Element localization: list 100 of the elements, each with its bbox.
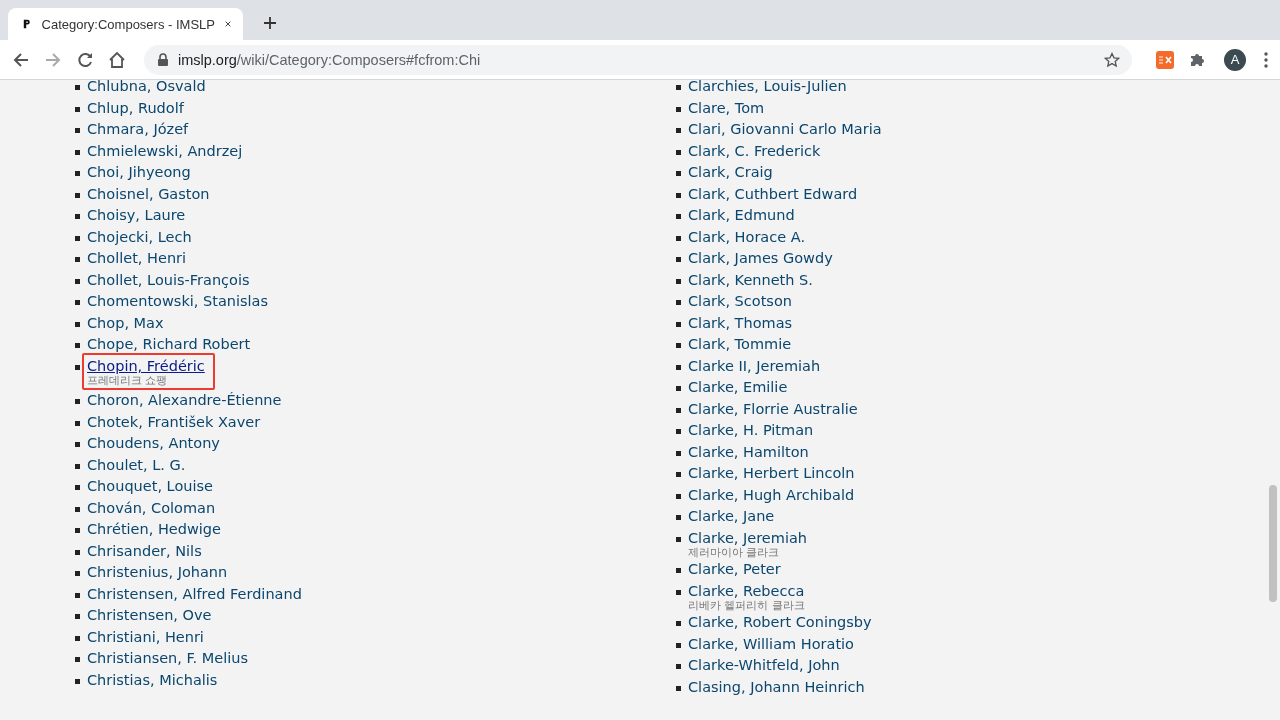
bullet-icon: [676, 235, 681, 241]
extension-icon[interactable]: [1156, 50, 1174, 69]
new-tab-icon[interactable]: [263, 16, 277, 30]
composer-link[interactable]: Clarke, Emilie: [688, 377, 788, 399]
composer-link[interactable]: Clarke-Whitfeld, John: [688, 655, 840, 677]
composer-link[interactable]: Clark, Craig: [688, 162, 773, 184]
composer-link[interactable]: Clark, Cuthbert Edward: [688, 183, 858, 205]
bullet-icon: [676, 642, 681, 648]
composer-link[interactable]: Clark, Edmund: [688, 205, 795, 227]
scrollbar-thumb[interactable]: [1269, 485, 1277, 602]
home-icon[interactable]: [108, 50, 126, 69]
bullet-icon: [75, 549, 80, 555]
close-icon[interactable]: [225, 19, 231, 29]
composer-link[interactable]: Clarke, Herbert Lincoln: [688, 463, 855, 485]
composer-link[interactable]: Chojecki, Lech: [87, 226, 192, 248]
composer-link[interactable]: Christensen, Alfred Ferdinand: [87, 583, 302, 605]
profile-avatar[interactable]: A: [1224, 48, 1246, 71]
composer-link[interactable]: Clarke, Florrie Australie: [688, 398, 858, 420]
bullet-icon: [75, 657, 80, 662]
reload-icon[interactable]: [76, 50, 94, 69]
composer-link[interactable]: Chlubna, Osvald: [87, 80, 206, 98]
composer-link[interactable]: Chope, Richard Robert: [87, 334, 251, 356]
composer-link[interactable]: Christiansen, F. Melius: [87, 648, 248, 670]
composer-link[interactable]: Clarchies, Louis-Julien: [688, 80, 847, 98]
bullet-icon: [75, 192, 80, 198]
bullet-icon: [75, 106, 80, 112]
composer-link[interactable]: Chován, Coloman: [87, 497, 216, 519]
url-text: imslp.org/wiki/Category:Composers#fcfrom:Chi: [178, 51, 482, 68]
bullet-icon: [676, 536, 681, 542]
composer-link[interactable]: Clarke, Hugh Archibald: [688, 484, 855, 506]
bullet-icon: [676, 450, 681, 456]
composer-link[interactable]: Clarke, Hamilton: [688, 441, 809, 463]
composer-link[interactable]: Choisy, Laure: [87, 205, 186, 227]
composer-link[interactable]: Clark, Kenneth S.: [688, 269, 813, 291]
composer-link[interactable]: Choron, Alexandre-Étienne: [87, 390, 282, 412]
composer-link[interactable]: Chouquet, Louise: [87, 476, 213, 498]
composer-link[interactable]: Clark, C. Frederick: [688, 140, 821, 162]
composer-link[interactable]: Choisnel, Gaston: [87, 183, 210, 205]
composer-link[interactable]: Christensen, Ove: [87, 605, 212, 627]
bullet-icon: [676, 429, 681, 434]
browser-tab[interactable]: Category:Composers - IMSLP: [8, 8, 243, 40]
composer-link[interactable]: Clarke, Jane: [688, 506, 775, 528]
composer-link[interactable]: Christenius, Johann: [87, 562, 228, 584]
composer-link[interactable]: Chomentowski, Stanislas: [87, 291, 269, 313]
bullet-icon: [676, 343, 681, 348]
composer-link[interactable]: Clark, Scotson: [688, 291, 792, 313]
bullet-icon: [75, 420, 80, 426]
bullet-icon: [676, 106, 681, 112]
composer-link[interactable]: Clarke, William Horatio: [688, 633, 854, 655]
composer-link[interactable]: Chmielewski, Andrzej: [87, 140, 243, 162]
composer-link[interactable]: Choulet, L. G.: [87, 454, 186, 476]
korean-name: 프레데리크 쇼팽: [87, 374, 169, 386]
composer-link[interactable]: Choi, Jihyeong: [87, 162, 191, 184]
composer-link[interactable]: Chmara, Józef: [87, 119, 189, 141]
composer-link[interactable]: Clarke, H. Pitman: [688, 420, 814, 442]
bullet-icon: [75, 214, 80, 219]
lock-icon: [158, 53, 168, 66]
address-bar[interactable]: imslp.org/wiki/Category:Composers#fcfrom:Chi: [144, 44, 1132, 75]
composer-link[interactable]: Chopin, Frédéric: [87, 355, 205, 377]
composer-link[interactable]: Clarke, Peter: [688, 559, 781, 581]
composer-link[interactable]: Chollet, Louis-François: [87, 269, 250, 291]
composer-link[interactable]: Clark, Tommie: [688, 334, 792, 356]
composer-link[interactable]: Clasing, Johann Heinrich: [688, 676, 865, 698]
bookmark-star-icon[interactable]: [1104, 51, 1120, 68]
composer-link[interactable]: Clark, James Gowdy: [688, 248, 833, 270]
composer-link[interactable]: Clare, Tom: [688, 97, 765, 119]
bullet-icon: [75, 463, 80, 469]
composer-link[interactable]: Chollet, Henri: [87, 248, 187, 270]
tab-title: Category:Composers - IMSLP: [41, 16, 215, 32]
bullet-icon: [676, 257, 681, 262]
bullet-icon: [676, 493, 681, 499]
bullet-icon: [75, 343, 80, 348]
bullet-icon: [676, 321, 681, 327]
bullet-icon: [676, 515, 681, 520]
bullet-icon: [75, 300, 80, 305]
composer-link[interactable]: Chlup, Rudolf: [87, 97, 184, 119]
bullet-icon: [676, 407, 681, 413]
composer-link[interactable]: Clark, Thomas: [688, 312, 793, 334]
composer-link[interactable]: Choudens, Antony: [87, 433, 220, 455]
composer-link[interactable]: Clark, Horace A.: [688, 226, 805, 248]
composer-link[interactable]: Clarke II, Jeremiah: [688, 355, 821, 377]
composer-link[interactable]: Chrisander, Nils: [87, 540, 202, 562]
bullet-icon: [676, 386, 681, 391]
composer-link[interactable]: Clarke, Jeremiah: [688, 527, 807, 549]
composer-link[interactable]: Clari, Giovanni Carlo Maria: [688, 119, 882, 141]
composer-link[interactable]: Clarke, Rebecca: [688, 580, 805, 602]
bullet-icon: [676, 621, 681, 626]
menu-icon[interactable]: [1264, 51, 1268, 68]
composer-link[interactable]: Chop, Max: [87, 312, 164, 334]
composer-link[interactable]: Chrétien, Hedwige: [87, 519, 221, 541]
bullet-icon: [676, 472, 681, 477]
composer-link[interactable]: Chotek, František Xaver: [87, 411, 261, 433]
bullet-icon: [676, 192, 681, 198]
bullet-icon: [75, 592, 80, 598]
composer-link[interactable]: Christias, Michalis: [87, 669, 218, 691]
back-icon[interactable]: [12, 50, 30, 69]
composer-link[interactable]: Christiani, Henri: [87, 626, 204, 648]
bullet-icon: [676, 149, 681, 155]
composer-link[interactable]: Clarke, Robert Coningsby: [688, 612, 872, 634]
bullet-icon: [676, 300, 681, 305]
